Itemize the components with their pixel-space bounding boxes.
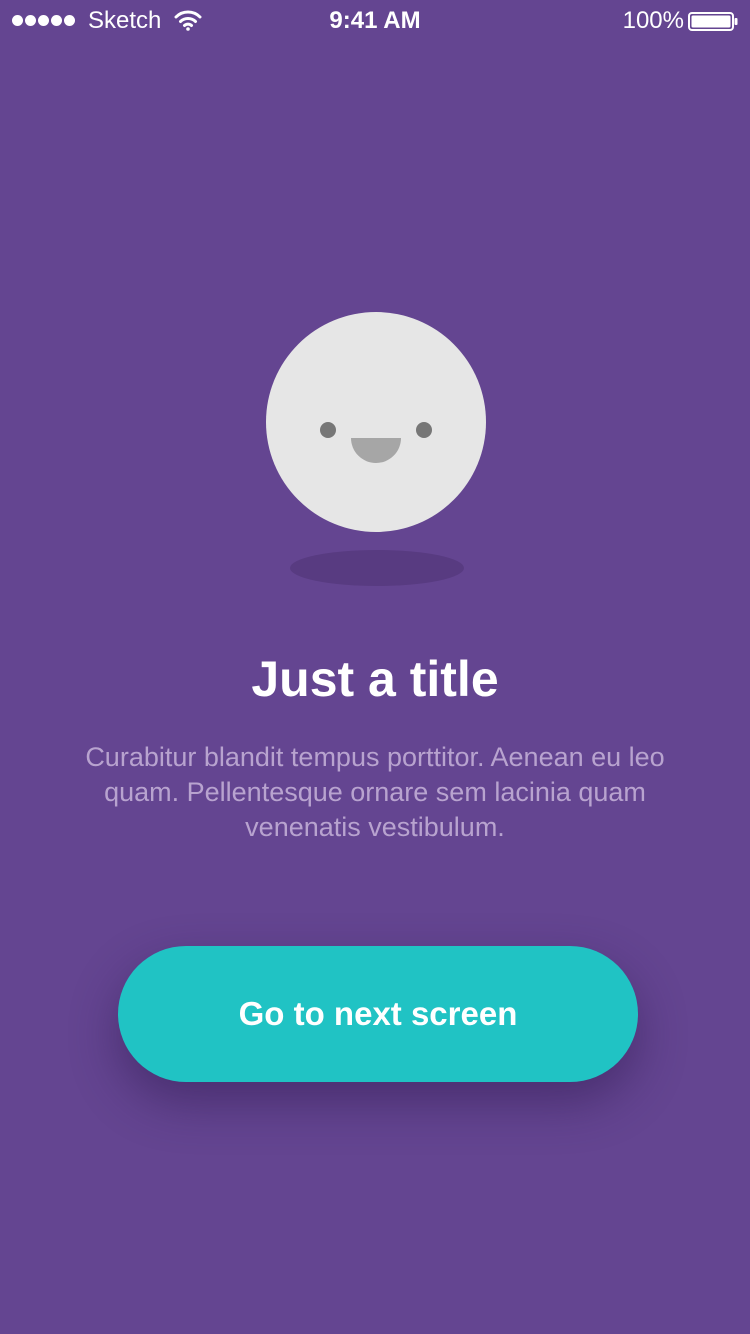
description-text: Curabitur blandit tempus porttitor. Aene…: [85, 742, 665, 842]
status-bar: Sketch 9:41 AM 100%: [0, 0, 750, 42]
mascot-shadow: [290, 550, 464, 586]
next-screen-button[interactable]: Go to next screen: [118, 946, 638, 1082]
battery-percent: 100%: [622, 7, 684, 34]
smiley-face-features: [320, 422, 432, 463]
smiley-face-icon: [266, 312, 486, 532]
page-title: Just a title: [251, 651, 499, 707]
battery-icon: [688, 12, 738, 31]
